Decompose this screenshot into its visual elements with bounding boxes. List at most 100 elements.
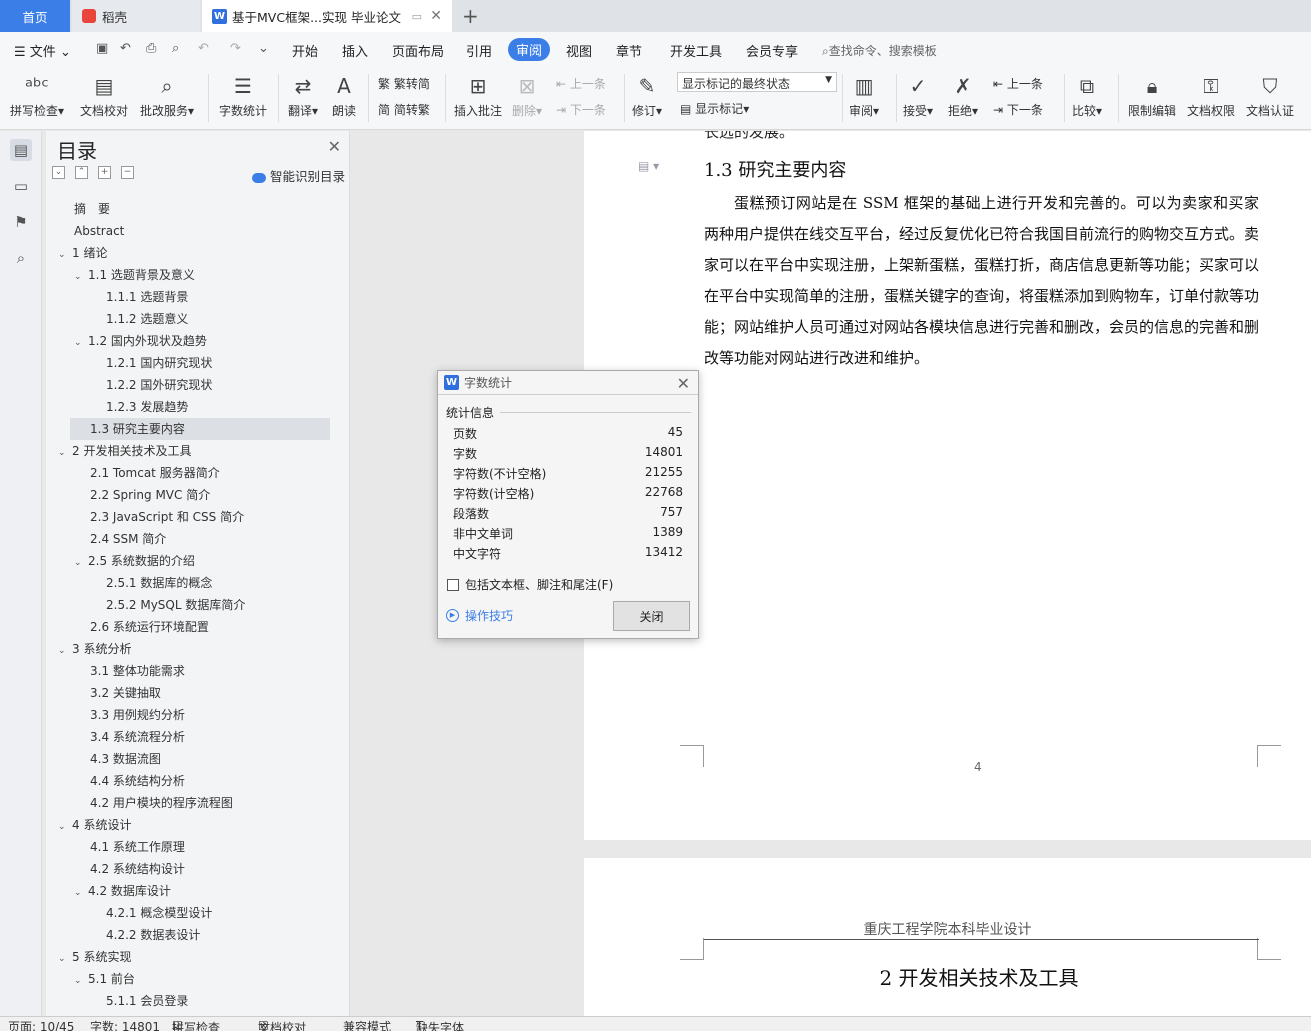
translate-button[interactable]: ⇄ 翻译▾ bbox=[288, 72, 318, 119]
chevron-down-icon[interactable]: ⌄ bbox=[74, 552, 88, 574]
command-search[interactable]: ⌕查找命令、搜索模板 bbox=[822, 42, 937, 59]
toc-item[interactable]: 1.3 研究主要内容 bbox=[70, 418, 330, 440]
toc-item[interactable]: 2.6 系统运行环境配置 bbox=[46, 616, 336, 638]
toc-item[interactable]: Abstract bbox=[46, 220, 336, 242]
toc-item[interactable]: 2.4 SSM 简介 bbox=[46, 528, 336, 550]
bookmark-icon[interactable]: ⚑ bbox=[10, 211, 32, 233]
close-tab-icon[interactable]: ✕ bbox=[430, 8, 442, 24]
accept-button[interactable]: ✓ 接受▾ bbox=[903, 72, 933, 119]
read-aloud-button[interactable]: A 朗读 bbox=[332, 72, 356, 119]
prev-change-button[interactable]: ⇤ 上一条 bbox=[993, 75, 1043, 92]
chevron-down-icon[interactable]: ⌄ bbox=[74, 970, 88, 992]
toc-item[interactable]: 2.1 Tomcat 服务器简介 bbox=[46, 462, 336, 484]
close-icon[interactable]: ✕ bbox=[677, 374, 690, 393]
batch-service-button[interactable]: ⌕ 批改服务▾ bbox=[140, 72, 194, 119]
toc-item[interactable]: ⌄ 5.1 前台 bbox=[46, 968, 336, 990]
toc-item[interactable]: 5.1.1 会员登录 bbox=[46, 990, 336, 1012]
compare-button[interactable]: ⧉ 比较▾ bbox=[1072, 72, 1102, 119]
toc-item[interactable]: 2.3 JavaScript 和 CSS 简介 bbox=[46, 506, 336, 528]
toc-item[interactable]: 3.2 关键抽取 bbox=[46, 682, 336, 704]
outline-icon[interactable]: ▤ bbox=[10, 139, 32, 161]
doc-certify-button[interactable]: ⛉ 文档认证 bbox=[1246, 72, 1294, 119]
toc-item[interactable]: ⌄ 5 系统实现 bbox=[46, 946, 336, 968]
chevron-down-icon[interactable]: ⌄ bbox=[58, 442, 72, 464]
chevron-down-icon[interactable]: ⌄ bbox=[58, 816, 72, 838]
toc-item[interactable]: 3.1 整体功能需求 bbox=[46, 660, 336, 682]
toc-item[interactable]: 4.2 系统结构设计 bbox=[46, 858, 336, 880]
prev-comment-button[interactable]: ⇤ 上一条 bbox=[556, 75, 606, 92]
toc-item[interactable]: 3.3 用例规约分析 bbox=[46, 704, 336, 726]
insert-comment-button[interactable]: ⊞ 插入批注 bbox=[454, 72, 502, 119]
toc-item[interactable]: 4.3 数据流图 bbox=[46, 748, 336, 770]
tab-document[interactable]: W 基于MVC框架...实现 毕业论文 ▭ ✕ bbox=[202, 0, 452, 32]
toc-item[interactable]: 1.1.1 选题背景 bbox=[46, 286, 336, 308]
expand-down-icon[interactable]: ⌄ bbox=[52, 166, 65, 179]
restrict-edit-button[interactable]: 🔒︎ 限制编辑 bbox=[1128, 72, 1176, 119]
print-icon[interactable]: ⎙ bbox=[146, 41, 156, 56]
review-pane-button[interactable]: ▥ 审阅▾ bbox=[849, 72, 879, 119]
close-icon[interactable]: ✕ bbox=[328, 137, 341, 156]
new-tab-icon[interactable]: + bbox=[462, 4, 479, 28]
simp-to-trad-button[interactable]: 简 简转繁 bbox=[378, 101, 430, 118]
undo-icon[interactable]: ↶ bbox=[198, 41, 209, 56]
search-icon[interactable]: ⌕ bbox=[10, 247, 32, 269]
quick-access-icon[interactable]: ⌄ bbox=[258, 41, 269, 56]
chevron-down-icon[interactable]: ⌄ bbox=[58, 244, 72, 266]
menu-insert[interactable]: 插入 bbox=[342, 41, 368, 60]
chevron-down-icon[interactable]: ⌄ bbox=[58, 640, 72, 662]
menu-member[interactable]: 会员专享 bbox=[746, 41, 798, 60]
revise-button[interactable]: ✎ 修订▾ bbox=[632, 72, 662, 119]
toc-item[interactable]: ⌄ 1.1 选题背景及意义 bbox=[46, 264, 336, 286]
word-count-indicator[interactable]: 字数: 14801 bbox=[90, 1018, 160, 1031]
chevron-down-icon[interactable]: ⌄ bbox=[74, 332, 88, 354]
collapse-all-icon[interactable]: − bbox=[121, 166, 134, 179]
file-menu[interactable]: ☰ 文件 ⌄ bbox=[14, 41, 71, 60]
markup-state-select[interactable]: 显示标记的最终状态 ▼ bbox=[677, 72, 837, 92]
toc-item[interactable]: 1.2.3 发展趋势 bbox=[46, 396, 336, 418]
doc-check-button[interactable]: ▤ 文档校对 bbox=[80, 72, 128, 119]
chevron-down-icon[interactable]: ⌄ bbox=[74, 266, 88, 288]
chevron-down-icon[interactable]: ⌄ bbox=[58, 948, 72, 970]
toc-item[interactable]: 2.5.1 数据库的概念 bbox=[46, 572, 336, 594]
menu-review[interactable]: 审阅 bbox=[508, 38, 551, 61]
page-indicator[interactable]: 页面: 10/45 bbox=[8, 1018, 74, 1031]
export-icon[interactable]: ↶ bbox=[120, 41, 131, 56]
toc-item[interactable]: 摘 要 bbox=[46, 198, 336, 220]
doc-permission-button[interactable]: ⚿ 文档权限 bbox=[1187, 72, 1235, 119]
toc-item[interactable]: ⌄ 2.5 系统数据的介绍 bbox=[46, 550, 336, 572]
paragraph-menu-icon[interactable]: ▤ ▾ bbox=[638, 159, 659, 173]
close-button[interactable]: 关闭 bbox=[613, 601, 690, 631]
word-count-button[interactable]: ☰ 字数统计 bbox=[219, 72, 267, 119]
menu-devtools[interactable]: 开发工具 bbox=[670, 41, 722, 60]
expand-all-icon[interactable]: + bbox=[98, 166, 111, 179]
show-markup-button[interactable]: ▤ 显示标记▾ bbox=[680, 100, 749, 117]
toc-item[interactable]: ⌄ 4.2 数据库设计 bbox=[46, 880, 336, 902]
next-comment-button[interactable]: ⇥ 下一条 bbox=[556, 101, 606, 118]
toc-item[interactable]: ⌄ 1.2 国内外现状及趋势 bbox=[46, 330, 336, 352]
toc-item[interactable]: 4.4 系统结构分析 bbox=[46, 770, 336, 792]
window-icon[interactable]: ▭ bbox=[412, 10, 422, 23]
collapse-up-icon[interactable]: ⌃ bbox=[75, 166, 88, 179]
save-icon[interactable]: ▣ bbox=[96, 41, 108, 56]
sections-icon[interactable]: ▭ bbox=[10, 175, 32, 197]
menu-view[interactable]: 视图 bbox=[566, 41, 592, 60]
toc-item[interactable]: 4.2 用户模块的程序流程图 bbox=[46, 792, 336, 814]
tab-home[interactable]: 首页 bbox=[0, 0, 70, 32]
toc-item[interactable]: 1.1.2 选题意义 bbox=[46, 308, 336, 330]
menu-start[interactable]: 开始 bbox=[292, 41, 318, 60]
tab-daoke[interactable]: 稻壳 bbox=[72, 0, 200, 32]
toc-item[interactable]: 2.5.2 MySQL 数据库简介 bbox=[46, 594, 336, 616]
reject-button[interactable]: ✗ 拒绝▾ bbox=[948, 72, 978, 119]
toc-item[interactable]: ⌄ 3 系统分析 bbox=[46, 638, 336, 660]
include-textbox-checkbox[interactable]: 包括文本框、脚注和尾注(F) bbox=[447, 576, 613, 593]
menu-reference[interactable]: 引用 bbox=[466, 41, 492, 60]
next-change-button[interactable]: ⇥ 下一条 bbox=[993, 101, 1043, 118]
toc-item[interactable]: 1.2.2 国外研究现状 bbox=[46, 374, 336, 396]
delete-comment-button[interactable]: ⊠ 删除▾ bbox=[512, 72, 542, 119]
toc-item[interactable]: 4.1 系统工作原理 bbox=[46, 836, 336, 858]
menu-chapter[interactable]: 章节 bbox=[616, 41, 642, 60]
toc-item[interactable]: 4.2.1 概念模型设计 bbox=[46, 902, 336, 924]
toc-item[interactable]: 2.2 Spring MVC 简介 bbox=[46, 484, 336, 506]
spell-check-button[interactable]: ᵃᵇᶜ 拼写检查▾ bbox=[10, 72, 64, 119]
menu-layout[interactable]: 页面布局 bbox=[392, 41, 444, 60]
